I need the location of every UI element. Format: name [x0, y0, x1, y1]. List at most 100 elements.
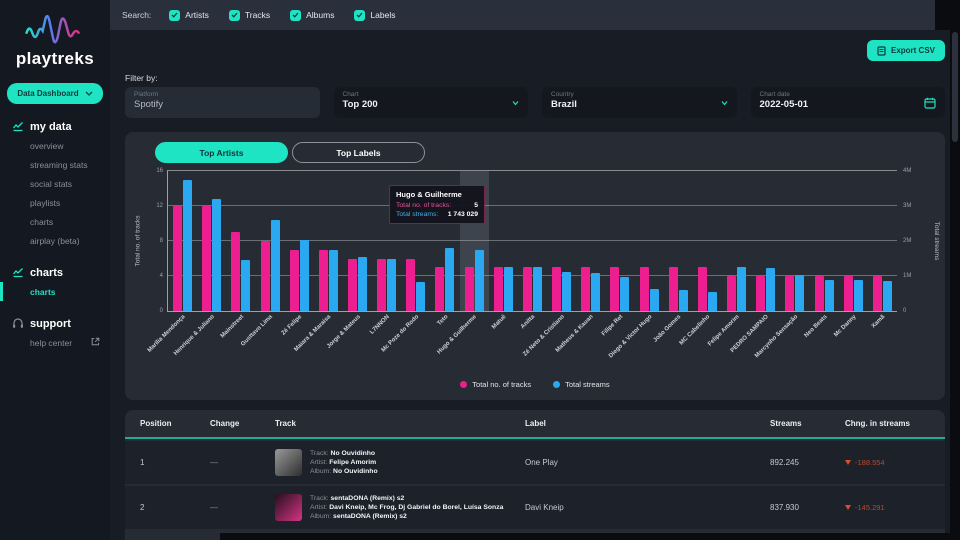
legend-item[interactable]: Total no. of tracks	[460, 380, 531, 389]
horizontal-scrollbar[interactable]	[220, 533, 950, 540]
bar-group[interactable]: Felipe Amorim	[707, 171, 751, 348]
bar-group[interactable]: Gusttavo Lima	[241, 171, 284, 348]
streams-bar[interactable]	[241, 260, 251, 311]
streams-bar[interactable]	[853, 280, 863, 311]
checkbox-artists[interactable]	[169, 9, 181, 21]
bar-group[interactable]: Henrique & Juliano	[173, 171, 226, 357]
tracks-bar[interactable]	[173, 206, 183, 311]
tracks-bar[interactable]	[231, 232, 241, 311]
bar-group[interactable]: Jorge & Mateus	[326, 171, 372, 350]
search-option-albums[interactable]: Albums	[290, 9, 334, 21]
platform-field[interactable]: Platform Spotify	[125, 87, 320, 118]
bar-group[interactable]: Mc Danny	[833, 171, 868, 338]
bar-group[interactable]: Neo Beats	[803, 171, 838, 339]
streams-bar[interactable]	[562, 272, 572, 311]
streams-bar[interactable]	[416, 281, 426, 311]
sidebar-item-streaming-stats[interactable]: streaming stats	[0, 155, 110, 174]
tracks-bar[interactable]	[697, 267, 707, 311]
streams-bar[interactable]	[678, 290, 688, 311]
streams-bar[interactable]	[358, 257, 368, 311]
bar-group[interactable]: Zé Felipe	[281, 171, 314, 337]
tracks-bar[interactable]	[668, 267, 678, 311]
streams-bar[interactable]	[445, 248, 455, 311]
bar-group[interactable]: Matuê	[489, 171, 518, 331]
search-option-tracks[interactable]: Tracks	[228, 9, 270, 21]
tracks-bar[interactable]	[552, 267, 562, 311]
chart-select[interactable]: Chart Top 200	[333, 87, 528, 118]
bar-group[interactable]: João Gomes	[653, 171, 693, 344]
tracks-bar[interactable]	[872, 276, 882, 311]
streams-bar[interactable]	[882, 281, 892, 311]
streams-bar[interactable]	[766, 268, 776, 311]
tab-top-artists[interactable]: Top Artists	[155, 142, 288, 163]
streams-bar[interactable]	[795, 275, 805, 311]
tracks-bar[interactable]	[406, 258, 416, 311]
vertical-scrollbar[interactable]	[950, 0, 960, 540]
tracks-bar[interactable]	[639, 267, 649, 311]
streams-bar[interactable]	[387, 258, 397, 311]
sidebar-item-social-stats[interactable]: social stats	[0, 174, 110, 193]
streams-bar[interactable]	[737, 267, 747, 311]
streams-bar[interactable]	[503, 266, 513, 311]
table-row[interactable]: 1— Track: No Ouvidinho Artist: Felipe Amor…	[125, 441, 945, 484]
tracks-bar[interactable]	[610, 267, 620, 311]
checkbox-tracks[interactable]	[228, 9, 240, 21]
sidebar-item-airplay-beta-[interactable]: airplay (beta)	[0, 231, 110, 250]
streams-bar[interactable]	[212, 199, 222, 311]
tracks-bar[interactable]	[785, 276, 795, 311]
sidebar-item-charts[interactable]: charts	[0, 212, 110, 231]
tracks-bar[interactable]	[522, 267, 532, 311]
data-dashboard-button[interactable]: Data Dashboard	[7, 83, 103, 104]
tracks-bar[interactable]	[756, 276, 766, 311]
sidebar-item-playlists[interactable]: playlists	[0, 193, 110, 212]
streams-bar[interactable]	[299, 239, 309, 311]
calendar-icon[interactable]	[924, 97, 936, 109]
bar-group[interactable]: Xamã	[868, 171, 897, 330]
scrollbar-thumb[interactable]	[952, 32, 958, 142]
streams-bar[interactable]	[707, 292, 717, 311]
tab-top-labels[interactable]: Top Labels	[292, 142, 425, 163]
streams-bar[interactable]	[270, 220, 280, 311]
export-csv-button[interactable]: Export CSV	[866, 40, 945, 61]
bar-group[interactable]: Mainstreet	[220, 171, 255, 339]
tracks-bar[interactable]	[581, 267, 591, 311]
country-select[interactable]: Country Brazil	[542, 87, 737, 118]
bar-group[interactable]: Filipe Ret	[601, 171, 634, 337]
streams-bar[interactable]	[824, 279, 834, 311]
bar-group[interactable]: Maiara & Maraisa	[294, 171, 343, 353]
bar-group[interactable]: Marcynho Sensação	[754, 171, 809, 359]
tracks-bar[interactable]	[377, 258, 387, 311]
streams-bar[interactable]	[532, 267, 542, 311]
tracks-bar[interactable]	[202, 206, 212, 311]
search-option-artists[interactable]: Artists	[169, 9, 209, 21]
checkbox-labels[interactable]	[354, 9, 366, 21]
tracks-bar[interactable]	[814, 276, 824, 311]
tracks-bar[interactable]	[493, 267, 503, 311]
bar-group[interactable]: PEDRO SAMPAIO	[730, 171, 780, 354]
bar-group[interactable]: Zé Neto & Cristiano	[522, 171, 576, 358]
bar-group[interactable]: Diego & Victor Hugo	[608, 171, 664, 359]
sidebar-item-help-center[interactable]: help center	[0, 333, 110, 352]
checkbox-albums[interactable]	[290, 9, 302, 21]
tracks-bar[interactable]	[260, 241, 270, 311]
bar-group[interactable]: Matheus & Kauan	[555, 171, 605, 354]
search-option-labels[interactable]: Labels	[354, 9, 396, 21]
tracks-bar[interactable]	[727, 276, 737, 311]
streams-bar[interactable]	[328, 249, 338, 311]
chart-date-field[interactable]: Chart date 2022-05-01	[750, 87, 945, 118]
bar-group[interactable]: Marília Mendonça	[147, 171, 197, 354]
tracks-bar[interactable]	[289, 249, 299, 311]
sidebar-item-overview[interactable]: overview	[0, 136, 110, 155]
tracks-bar[interactable]	[318, 249, 328, 311]
streams-bar[interactable]	[620, 276, 630, 311]
sidebar-item-charts[interactable]: charts	[0, 282, 110, 301]
streams-bar[interactable]	[183, 179, 193, 311]
streams-bar[interactable]	[649, 288, 659, 311]
tracks-bar[interactable]	[464, 267, 474, 311]
legend-item[interactable]: Total streams	[553, 380, 610, 389]
bar-group[interactable]: Anitta	[518, 171, 547, 330]
table-row[interactable]: 2— Track: sentaDONA (Remix) s2 Artist: Dav…	[125, 486, 945, 529]
bar-group[interactable]: MC Cabelinho	[679, 171, 722, 347]
streams-bar[interactable]	[474, 250, 484, 311]
tracks-bar[interactable]	[843, 276, 853, 311]
